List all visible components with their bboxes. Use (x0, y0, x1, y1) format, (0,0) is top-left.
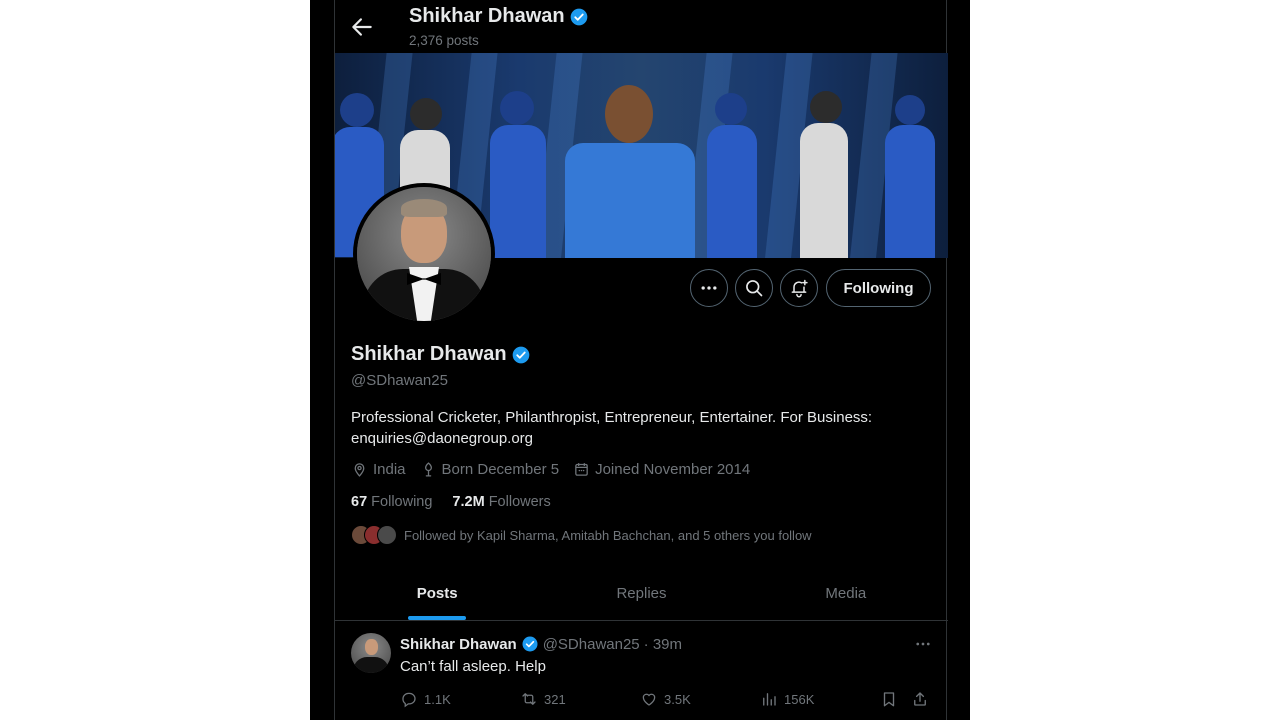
profile-name-row: Shikhar Dhawan (351, 343, 531, 366)
following-label: Following (371, 494, 433, 510)
post-actions: 1.1K 321 3.5K 156K (400, 690, 930, 710)
post[interactable]: Shikhar Dhawan @SDhawan25 · 39m Can’t fa… (335, 621, 948, 720)
post-text: Can’t fall asleep. Help (400, 658, 546, 675)
post-time[interactable]: · 39m (644, 636, 682, 653)
repost-count: 321 (544, 691, 566, 707)
like-icon (642, 693, 656, 706)
views-button[interactable]: 156K (760, 690, 814, 708)
search-button[interactable] (735, 269, 773, 307)
follower-avatars (351, 525, 397, 545)
header-title: Shikhar Dhawan (409, 5, 589, 28)
birthday-text: Born December 5 (441, 461, 560, 478)
reply-count: 1.1K (424, 691, 451, 707)
notifications-button[interactable] (780, 269, 818, 307)
birthday-icon (424, 462, 432, 477)
reply-icon (402, 692, 416, 708)
following-link[interactable]: 67 Following (351, 494, 432, 510)
verified-badge-icon (570, 8, 587, 25)
tab-replies[interactable]: Replies (539, 566, 743, 620)
share-icon (914, 692, 926, 706)
search-icon (746, 280, 763, 297)
like-count: 3.5K (664, 691, 691, 707)
following-button[interactable]: Following (826, 269, 931, 307)
back-arrow-icon[interactable] (349, 14, 375, 40)
repost-button[interactable]: 321 (520, 690, 566, 708)
profile-tabs: Posts Replies Media (335, 566, 948, 621)
repost-icon (522, 693, 536, 705)
profile-handle: @SDhawan25 (351, 372, 448, 389)
joined-text: Joined November 2014 (595, 461, 751, 478)
post-author-name[interactable]: Shikhar Dhawan (400, 636, 517, 653)
like-button[interactable]: 3.5K (640, 690, 691, 708)
birthday-item: Born December 5 (420, 461, 560, 478)
joined-item: Joined November 2014 (573, 461, 750, 478)
follow-counts: 67 Following 7.2M Followers (351, 494, 551, 510)
more-icon (916, 642, 930, 646)
post-avatar[interactable] (351, 633, 391, 673)
tab-label: Posts (416, 584, 458, 602)
active-tab-indicator (408, 616, 467, 620)
profile-column: Shikhar Dhawan 2,376 posts Following Shi… (334, 0, 948, 720)
bookmark-button[interactable] (880, 690, 898, 708)
share-button[interactable] (911, 690, 929, 708)
verified-badge-icon (522, 636, 538, 652)
views-icon (763, 693, 776, 706)
location-item: India (351, 461, 406, 478)
followers-count: 7.2M (452, 494, 485, 510)
reply-button[interactable]: 1.1K (400, 690, 451, 708)
avatar (377, 525, 397, 545)
more-button[interactable] (690, 269, 728, 307)
followed-by-row[interactable]: Followed by Kapil Sharma, Amitabh Bachch… (351, 525, 812, 545)
followers-link[interactable]: 7.2M Followers (452, 494, 550, 510)
post-more-button[interactable] (914, 635, 932, 658)
profile-name: Shikhar Dhawan (351, 343, 507, 365)
more-icon (701, 286, 717, 290)
tab-posts[interactable]: Posts (335, 566, 539, 620)
posts-count: 2,376 posts (409, 33, 479, 48)
location-text: India (373, 461, 406, 478)
views-count: 156K (784, 691, 815, 707)
header-name: Shikhar Dhawan (409, 5, 565, 27)
tab-label: Media (825, 584, 867, 602)
top-bar: Shikhar Dhawan 2,376 posts (335, 0, 948, 53)
location-icon (354, 463, 365, 477)
profile-bio: Professional Cricketer, Philanthropist, … (351, 409, 873, 447)
tab-label: Replies (616, 584, 667, 602)
followers-label: Followers (488, 494, 551, 510)
calendar-icon (575, 463, 588, 476)
post-author-handle[interactable]: @SDhawan25 (543, 636, 640, 653)
followed-by-text: Followed by Kapil Sharma, Amitabh Bachch… (404, 527, 812, 543)
app-frame: Shikhar Dhawan 2,376 posts Following Shi… (310, 0, 970, 720)
profile-avatar[interactable] (353, 183, 495, 325)
notification-bell-icon (791, 279, 808, 298)
post-header: Shikhar Dhawan @SDhawan25 · 39m (400, 635, 682, 653)
bookmark-icon (883, 692, 895, 707)
following-count: 67 (351, 494, 368, 510)
tab-media[interactable]: Media (744, 566, 948, 620)
profile-meta: India Born December 5 Joined November 20… (351, 461, 750, 478)
verified-badge-icon (512, 346, 529, 363)
